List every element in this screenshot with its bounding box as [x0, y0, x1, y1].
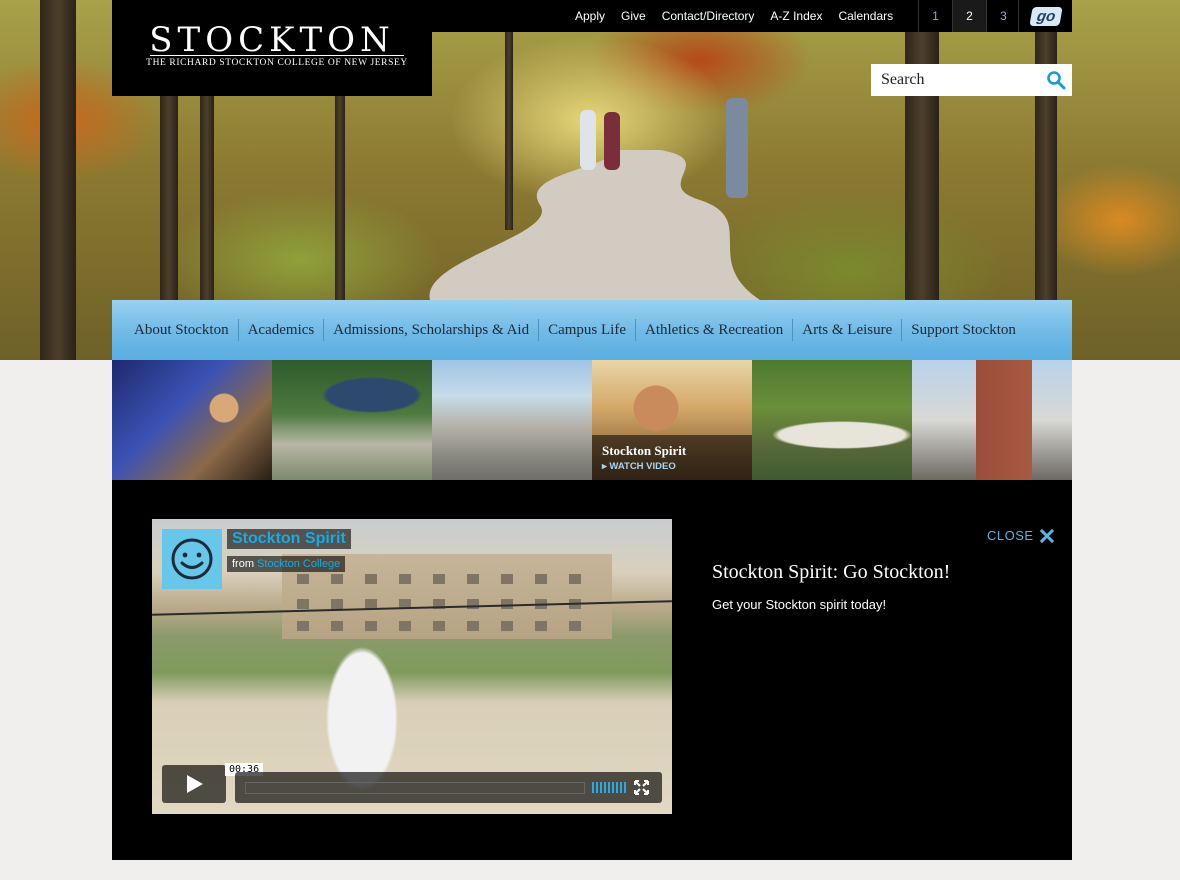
- watch-video-label: WATCH VIDEO: [609, 461, 676, 472]
- thumb-students-walking[interactable]: [432, 360, 592, 480]
- logo-subtitle: THE RICHARD STOCKTON COLLEGE OF NEW JERS…: [146, 58, 408, 68]
- video-author-link[interactable]: Stockton College: [257, 558, 340, 570]
- hero-pager: 1 2 3: [918, 0, 1020, 32]
- nav-about-stockton[interactable]: About Stockton: [112, 319, 238, 341]
- search-box: [871, 64, 1072, 96]
- go-label: go: [1029, 6, 1063, 26]
- util-link-az-index[interactable]: A-Z Index: [770, 9, 822, 23]
- video-byline-prefix: from: [232, 558, 254, 570]
- util-link-contact[interactable]: Contact/Directory: [662, 9, 755, 23]
- site-logo[interactable]: STOCKTON THE RICHARD STOCKTON COLLEGE OF…: [112, 0, 432, 96]
- smiley-icon: [171, 538, 213, 580]
- pager-item-2[interactable]: 2: [952, 0, 986, 32]
- thumb-caption-title: Stockton Spirit: [602, 443, 687, 458]
- video-progress-bar[interactable]: [245, 782, 585, 794]
- video-controls: [235, 772, 662, 803]
- nav-athletics[interactable]: Athletics & Recreation: [635, 319, 792, 341]
- video-frame-windows: [297, 621, 597, 631]
- video-heading: Stockton Spirit: Go Stockton!: [712, 561, 951, 583]
- fullscreen-icon[interactable]: [634, 780, 649, 795]
- search-input[interactable]: [871, 64, 1051, 96]
- close-label: CLOSE: [987, 528, 1034, 543]
- logo-wordmark: STOCKTON: [149, 20, 395, 60]
- util-link-calendars[interactable]: Calendars: [838, 9, 893, 23]
- thumb-science-lab[interactable]: [112, 360, 272, 480]
- walker: [726, 98, 748, 198]
- walker: [604, 112, 620, 170]
- watch-video-link[interactable]: ▸ WATCH VIDEO: [602, 461, 676, 472]
- pager-item-1[interactable]: 1: [918, 0, 952, 32]
- nav-admissions[interactable]: Admissions, Scholarships & Aid: [323, 319, 538, 341]
- video-title-link[interactable]: Stockton Spirit: [227, 529, 351, 549]
- close-button[interactable]: CLOSE: [987, 528, 1054, 543]
- utility-nav: Apply Give Contact/Directory A-Z Index C…: [575, 0, 893, 32]
- nav-campus-life[interactable]: Campus Life: [538, 319, 635, 341]
- video-panel: Stockton Spirit from Stockton College 00…: [112, 480, 1072, 860]
- pager-item-3[interactable]: 3: [986, 0, 1020, 32]
- nav-academics[interactable]: Academics: [237, 319, 324, 341]
- thumb-building[interactable]: [912, 360, 1072, 480]
- play-button[interactable]: [162, 765, 226, 803]
- nav-arts-leisure[interactable]: Arts & Leisure: [792, 319, 901, 341]
- go-button[interactable]: go: [1018, 0, 1073, 32]
- video-player[interactable]: Stockton Spirit from Stockton College 00…: [152, 519, 672, 814]
- video-byline: from Stockton College: [227, 556, 346, 572]
- thumb-kayaking[interactable]: [752, 360, 912, 480]
- search-icon[interactable]: [1046, 70, 1066, 90]
- util-link-apply[interactable]: Apply: [575, 9, 605, 23]
- feature-thumbnails: Stockton Spirit ▸ WATCH VIDEO: [112, 360, 1072, 480]
- logo-rule: [150, 55, 404, 56]
- thumb-campus-aerial[interactable]: [272, 360, 432, 480]
- thumb-stockton-spirit[interactable]: Stockton Spirit ▸ WATCH VIDEO: [592, 360, 752, 480]
- close-icon: [1039, 528, 1054, 543]
- volume-icon[interactable]: [592, 782, 626, 793]
- main-nav: About Stockton Academics Admissions, Sch…: [112, 300, 1072, 360]
- video-description: Get your Stockton spirit today!: [712, 597, 887, 612]
- walker: [580, 110, 596, 170]
- util-link-give[interactable]: Give: [621, 9, 646, 23]
- channel-avatar[interactable]: [162, 529, 222, 589]
- nav-support[interactable]: Support Stockton: [901, 319, 1025, 341]
- video-frame-windows: [297, 574, 597, 584]
- play-icon: [187, 775, 203, 793]
